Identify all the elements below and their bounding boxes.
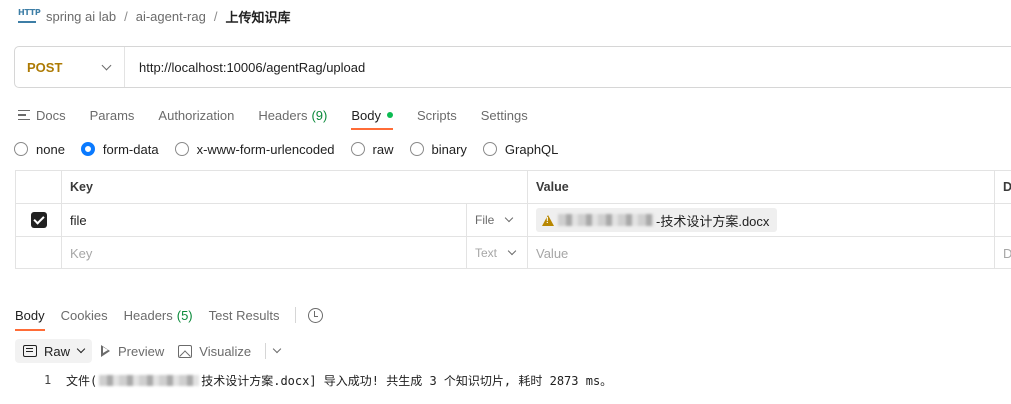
breadcrumb-collection[interactable]: spring ai lab bbox=[46, 9, 116, 24]
history-icon[interactable] bbox=[308, 307, 324, 323]
radio-circle-icon bbox=[409, 142, 424, 156]
response-tab-headers[interactable]: Headers (5) bbox=[124, 304, 193, 326]
raw-format-button[interactable]: Raw bbox=[15, 339, 93, 363]
radio-circle-icon bbox=[350, 142, 365, 156]
row-type-select[interactable]: File bbox=[466, 204, 527, 236]
row-description[interactable] bbox=[994, 204, 1011, 236]
request-tabs: Docs Params Authorization Headers (9) Bo… bbox=[18, 102, 552, 130]
tab-authorization[interactable]: Authorization bbox=[158, 102, 234, 128]
response-text-prefix: 文件( bbox=[66, 373, 98, 388]
column-header-description: D bbox=[994, 171, 1011, 203]
new-description-input[interactable]: D bbox=[994, 237, 1011, 269]
redacted-text bbox=[99, 374, 200, 386]
request-name[interactable]: 上传知识库 bbox=[225, 7, 290, 26]
radio-circle-icon bbox=[482, 142, 497, 156]
url-input[interactable] bbox=[125, 47, 1011, 87]
response-tabs: Body Cookies Headers (5) Test Results bbox=[15, 304, 324, 331]
table-row-new: Key Text Value D bbox=[16, 237, 1011, 270]
chevron-down-icon bbox=[507, 246, 517, 256]
response-text: 技术设计方案.docx] 导入成功! 共生成 3 个知识切片, 耗时 2873 … bbox=[201, 373, 613, 388]
new-key-input[interactable]: Key bbox=[62, 237, 466, 269]
radio-circle-icon bbox=[14, 142, 28, 156]
chevron-down-icon bbox=[505, 213, 514, 223]
table-row: file File -技术设计方案.docx bbox=[16, 204, 1011, 237]
method-label: POST bbox=[27, 59, 63, 75]
redacted-text bbox=[558, 214, 654, 226]
radio-selected-icon bbox=[80, 142, 95, 156]
breadcrumb-folder[interactable]: ai-agent-rag bbox=[136, 9, 206, 24]
preview-button[interactable]: Preview bbox=[101, 339, 164, 363]
row-enabled-checkbox[interactable] bbox=[30, 212, 47, 228]
line-number: 1 bbox=[44, 373, 52, 387]
table-header-row: Key Value D bbox=[16, 171, 1011, 204]
url-bar: POST bbox=[14, 46, 1011, 88]
breadcrumb-separator: / bbox=[124, 8, 128, 24]
response-tab-test-results[interactable]: Test Results bbox=[209, 304, 280, 326]
http-request-icon: HTTP bbox=[18, 7, 41, 25]
breadcrumb: HTTP spring ai lab / ai-agent-rag / 上传知识… bbox=[18, 6, 290, 26]
radio-binary[interactable]: binary bbox=[409, 142, 467, 157]
radio-none[interactable]: none bbox=[14, 142, 65, 157]
chevron-down-icon bbox=[272, 344, 282, 354]
column-header-value: Value bbox=[527, 171, 994, 203]
response-tab-cookies[interactable]: Cookies bbox=[61, 304, 108, 326]
headers-count: (9) bbox=[311, 107, 328, 123]
tab-settings[interactable]: Settings bbox=[481, 102, 528, 128]
raw-text-icon bbox=[23, 345, 37, 357]
tab-scripts[interactable]: Scripts bbox=[417, 102, 457, 128]
body-active-dot-icon bbox=[386, 112, 393, 118]
selected-file-chip[interactable]: -技术设计方案.docx bbox=[536, 208, 778, 232]
tab-params[interactable]: Params bbox=[90, 102, 135, 128]
response-body-line: 1 文件( 技术设计方案.docx] 导入成功! 共生成 3 个知识切片, 耗时… bbox=[40, 372, 612, 388]
divider bbox=[295, 307, 297, 323]
radio-x-www-form-urlencoded[interactable]: x-www-form-urlencoded bbox=[174, 142, 335, 157]
chevron-down-icon bbox=[101, 60, 112, 70]
visualize-button[interactable]: Visualize bbox=[178, 339, 251, 363]
new-type-select[interactable]: Text bbox=[466, 237, 527, 269]
play-icon bbox=[101, 345, 111, 357]
form-data-table: Key Value D file File -技术设计方案.docx Key T… bbox=[15, 170, 1011, 269]
response-view-bar: Raw Preview Visualize bbox=[15, 339, 282, 363]
chevron-down-icon bbox=[76, 344, 86, 354]
radio-circle-icon bbox=[174, 142, 189, 156]
more-view-options[interactable] bbox=[265, 343, 282, 359]
body-type-radios: none form-data x-www-form-urlencoded raw… bbox=[14, 140, 574, 158]
docs-icon bbox=[18, 110, 30, 120]
tab-headers[interactable]: Headers (9) bbox=[258, 102, 327, 128]
warning-icon bbox=[542, 214, 554, 226]
radio-graphql[interactable]: GraphQL bbox=[482, 142, 558, 157]
tab-body[interactable]: Body bbox=[351, 102, 393, 130]
breadcrumb-separator: / bbox=[213, 8, 218, 24]
column-header-key: Key bbox=[70, 180, 93, 194]
tab-docs[interactable]: Docs bbox=[18, 102, 66, 128]
file-name: -技术设计方案.docx bbox=[656, 213, 770, 229]
radio-raw[interactable]: raw bbox=[350, 142, 394, 157]
image-icon bbox=[178, 344, 193, 358]
row-key[interactable]: file bbox=[62, 204, 466, 236]
response-headers-count: (5) bbox=[176, 307, 193, 323]
new-value-input[interactable]: Value bbox=[527, 237, 994, 269]
response-tab-body[interactable]: Body bbox=[15, 304, 45, 331]
radio-form-data[interactable]: form-data bbox=[80, 142, 159, 157]
method-select[interactable]: POST bbox=[15, 47, 125, 87]
